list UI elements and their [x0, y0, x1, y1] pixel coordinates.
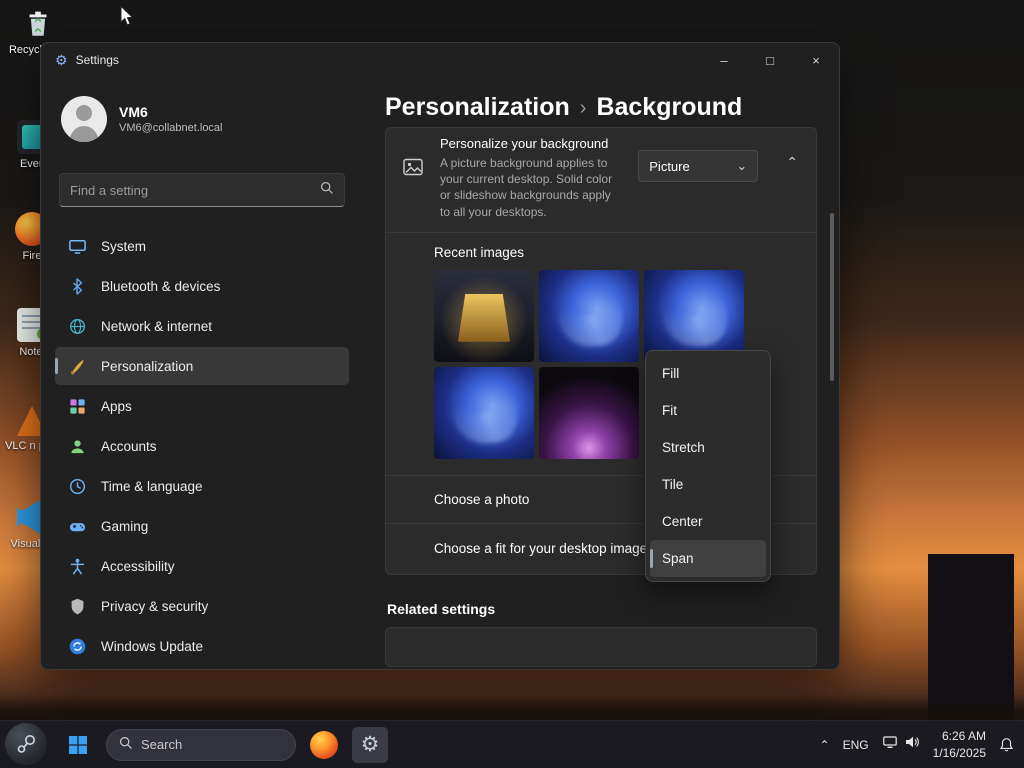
sidebar-item-bluetooth-devices[interactable]: Bluetooth & devices — [55, 267, 349, 305]
scrollbar[interactable] — [830, 173, 834, 657]
person-icon — [67, 436, 87, 456]
gamepad-icon — [67, 516, 87, 536]
shield-icon — [67, 596, 87, 616]
sidebar-item-windows-update[interactable]: Windows Update — [55, 627, 349, 665]
user-email: VM6@collabnet.local — [119, 122, 223, 134]
fit-option-fill[interactable]: Fill — [650, 355, 766, 392]
hidden-icons-chevron-icon[interactable]: ⌃ — [820, 738, 830, 752]
recent-image-thumbnail[interactable] — [434, 366, 534, 459]
search-input[interactable] — [70, 182, 312, 198]
background-ground — [0, 694, 1024, 720]
taskbar-clock[interactable]: 6:26 AM 1/16/2025 — [933, 728, 986, 760]
recycle-bin-icon — [21, 6, 55, 40]
window-title: Settings — [75, 53, 119, 67]
taskbar: Search ⚙ ⌃ ENG 6:26 AM 1/16/2025 — [0, 720, 1024, 768]
clock-icon — [67, 476, 87, 496]
user-name: VM6 — [119, 104, 148, 120]
bluetooth-icon — [67, 276, 87, 296]
fit-option-tile[interactable]: Tile — [650, 466, 766, 503]
personalize-background-row[interactable]: Personalize your background A picture ba… — [386, 128, 816, 232]
taskbar-settings-button[interactable]: ⚙ — [352, 726, 388, 763]
notifications-bell-icon[interactable] — [999, 737, 1014, 753]
avatar — [61, 96, 107, 142]
search-icon — [320, 181, 334, 200]
taskbar-apps: Search ⚙ — [60, 726, 388, 763]
chevron-up-icon: ⌃ — [786, 154, 798, 170]
breadcrumb-personalization[interactable]: Personalization — [385, 93, 570, 122]
desktop: Recycle Bin Every Fire Notep VLC n play … — [0, 0, 1024, 768]
scrollbar-thumb[interactable] — [830, 213, 834, 381]
tray-status-icons[interactable] — [882, 734, 920, 755]
settings-search[interactable] — [59, 173, 345, 207]
gear-icon: ⚙ — [360, 733, 380, 756]
tray-time: 6:26 AM — [941, 729, 986, 744]
fit-options-menu: Fill Fit Stretch Tile Center Span — [645, 350, 771, 582]
sidebar-item-apps[interactable]: Apps — [55, 387, 349, 425]
chevron-right-icon: › — [579, 97, 587, 119]
sidebar-item-privacy-security[interactable]: Privacy & security — [55, 587, 349, 625]
fit-option-fit[interactable]: Fit — [650, 392, 766, 429]
fit-option-span[interactable]: Span — [650, 540, 766, 577]
setting-description: A picture background applies to your cur… — [440, 156, 613, 219]
taskbar-firefox-button[interactable] — [306, 727, 342, 763]
minimize-button[interactable]: – — [701, 43, 747, 77]
network-icon — [882, 734, 898, 755]
setting-title: Personalize your background — [440, 136, 609, 151]
start-button[interactable] — [60, 727, 96, 763]
background-type-dropdown[interactable]: Picture ⌄ — [638, 150, 759, 182]
window-controls: – □ × — [701, 43, 839, 77]
related-settings-card[interactable] — [385, 626, 817, 667]
windows-logo-icon — [69, 735, 87, 754]
search-icon — [119, 736, 133, 753]
desktop-icon-label: Fire — [22, 250, 42, 262]
choose-photo-label: Choose a photo — [434, 491, 530, 507]
chevron-down-icon: ⌄ — [736, 158, 748, 173]
update-icon — [67, 636, 87, 656]
steam-icon[interactable] — [5, 723, 47, 765]
sidebar-item-gaming[interactable]: Gaming — [55, 507, 349, 545]
apps-grid-icon — [67, 396, 87, 416]
fit-option-center[interactable]: Center — [650, 503, 766, 540]
sidebar-item-system[interactable]: System — [55, 227, 349, 265]
settings-nav: System Bluetooth & devices Network & int… — [55, 227, 349, 665]
firefox-icon — [310, 730, 338, 759]
picture-icon — [402, 156, 424, 183]
system-icon — [67, 236, 87, 256]
globe-icon — [67, 316, 87, 336]
breadcrumb: Personalization › Background — [385, 93, 817, 122]
recent-images-label: Recent images — [434, 244, 525, 260]
sidebar-item-network-internet[interactable]: Network & internet — [55, 307, 349, 345]
related-settings-heading: Related settings — [387, 600, 496, 617]
sidebar-item-accessibility[interactable]: Accessibility — [55, 547, 349, 585]
language-indicator[interactable]: ENG — [843, 738, 869, 752]
accessibility-icon — [67, 556, 87, 576]
recent-image-thumbnail[interactable] — [539, 366, 639, 459]
collapse-section-button[interactable]: ⌃ — [786, 154, 798, 171]
recent-image-thumbnail[interactable] — [539, 269, 639, 362]
taskbar-search[interactable]: Search — [106, 728, 296, 761]
maximize-button[interactable]: □ — [747, 43, 793, 77]
close-button[interactable]: × — [793, 43, 839, 77]
system-tray: ⌃ ENG 6:26 AM 1/16/2025 — [820, 728, 1024, 760]
sidebar-item-personalization[interactable]: Personalization — [55, 347, 349, 385]
dropdown-value: Picture — [649, 158, 690, 174]
sidebar-item-accounts[interactable]: Accounts — [55, 427, 349, 465]
taskbar-search-label: Search — [141, 737, 183, 752]
recent-image-thumbnail[interactable] — [434, 269, 534, 362]
settings-sidebar: VM6 VM6@collabnet.local System — [41, 77, 363, 669]
tray-date: 1/16/2025 — [932, 745, 986, 760]
fit-option-stretch[interactable]: Stretch — [650, 429, 766, 466]
paintbrush-icon — [67, 356, 87, 376]
sidebar-item-time-language[interactable]: Time & language — [55, 467, 349, 505]
volume-icon — [904, 734, 920, 755]
page-title: Background — [596, 93, 743, 121]
settings-app-icon: ⚙ — [55, 51, 68, 68]
choose-fit-label: Choose a fit for your desktop image — [434, 540, 648, 556]
recent-image-thumbnail[interactable] — [644, 269, 744, 362]
titlebar[interactable]: ⚙ Settings – □ × — [41, 43, 839, 77]
mouse-cursor-icon — [118, 5, 136, 32]
account-summary[interactable]: VM6 VM6@collabnet.local — [55, 91, 349, 147]
